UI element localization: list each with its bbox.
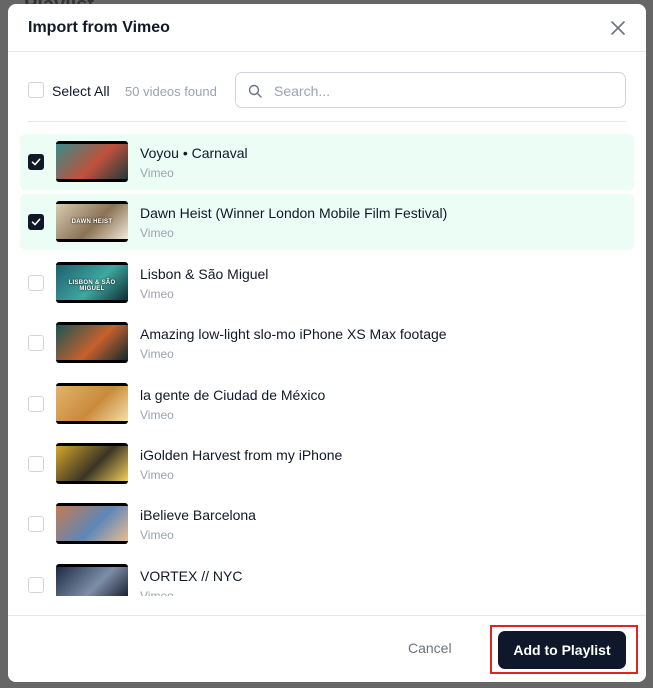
video-checkbox[interactable] xyxy=(28,154,44,170)
video-checkbox[interactable] xyxy=(28,576,44,593)
video-checkbox[interactable] xyxy=(28,214,44,231)
video-checkbox[interactable] xyxy=(28,335,44,352)
add-to-playlist-button[interactable]: Add to Playlist xyxy=(498,631,626,669)
video-title: Amazing low-light slo-mo iPhone XS Max f… xyxy=(140,326,447,343)
video-title: VORTEX // NYC xyxy=(140,567,243,584)
video-source: Vimeo xyxy=(140,588,174,596)
video-checkbox[interactable] xyxy=(28,395,44,412)
video-checkbox[interactable] xyxy=(28,516,44,533)
video-row[interactable]: Voyou • Carnaval Vimeo xyxy=(20,134,634,190)
video-row[interactable]: DAWN HEIST Dawn Heist (Winner London Mobi… xyxy=(20,194,634,251)
video-row[interactable]: LISBON & SÃO MIGUEL Lisbon & São Miguel Vi… xyxy=(20,255,634,311)
video-thumbnail xyxy=(56,141,128,182)
video-row[interactable]: iBelieve Barcelona Vimeo xyxy=(20,496,634,552)
video-source: Vimeo xyxy=(140,407,174,422)
video-checkbox[interactable] xyxy=(28,456,44,472)
video-source: Vimeo xyxy=(140,528,174,543)
checkmark-icon xyxy=(31,218,41,226)
video-row[interactable]: VORTEX // NYC Vimeo xyxy=(20,557,634,596)
video-count: 50 videos found xyxy=(125,84,217,99)
video-title: iGolden Harvest from my iPhone xyxy=(140,447,343,463)
video-thumbnail xyxy=(56,563,128,596)
video-thumbnail: LISBON & SÃO MIGUEL xyxy=(56,261,128,303)
close-icon xyxy=(611,21,625,35)
search-icon xyxy=(248,84,262,98)
video-source: Vimeo xyxy=(140,286,174,301)
thumbnail-caption: DAWN HEIST xyxy=(71,219,113,226)
video-checkbox[interactable] xyxy=(28,274,44,291)
video-list[interactable]: Voyou • Carnaval Vimeo DAWN HEIST Dawn Heis… xyxy=(8,122,646,596)
video-title: Voyou • Carnaval xyxy=(140,145,248,161)
video-title: Dawn Heist (Winner London Mobile Film Fe… xyxy=(140,205,448,222)
video-title: la gente de Ciudad de México xyxy=(140,386,326,403)
video-row[interactable]: iGolden Harvest from my iPhone Vimeo xyxy=(20,436,634,492)
search-box[interactable] xyxy=(235,72,626,108)
dialog-title: Import from Vimeo xyxy=(28,19,170,36)
video-thumbnail xyxy=(56,443,128,484)
dialog-header: Import from Vimeo xyxy=(8,4,646,52)
video-source: Vimeo xyxy=(140,468,174,482)
video-thumbnail xyxy=(56,503,128,545)
close-button[interactable] xyxy=(608,18,628,38)
select-all-checkbox[interactable] xyxy=(28,82,44,98)
video-source: Vimeo xyxy=(140,166,174,180)
checkmark-icon xyxy=(31,158,41,166)
thumbnail-caption: LISBON & SÃO MIGUEL xyxy=(68,279,116,292)
dialog-footer: Cancel Add to Playlist xyxy=(8,615,646,682)
video-title: Lisbon & São Miguel xyxy=(140,265,269,282)
video-row[interactable]: la gente de Ciudad de México Vimeo xyxy=(20,376,634,432)
import-dialog: Import from Vimeo Select All 50 videos f… xyxy=(8,4,646,682)
video-thumbnail xyxy=(56,382,128,424)
video-row[interactable]: Amazing low-light slo-mo iPhone XS Max f… xyxy=(20,315,634,371)
video-source: Vimeo xyxy=(140,226,174,241)
search-input[interactable] xyxy=(274,81,614,101)
video-thumbnail: DAWN HEIST xyxy=(56,201,128,243)
video-title: iBelieve Barcelona xyxy=(140,507,256,524)
cancel-button[interactable]: Cancel xyxy=(408,640,452,656)
select-all-label[interactable]: Select All xyxy=(52,83,110,99)
video-thumbnail xyxy=(56,322,128,364)
video-source: Vimeo xyxy=(140,347,174,362)
